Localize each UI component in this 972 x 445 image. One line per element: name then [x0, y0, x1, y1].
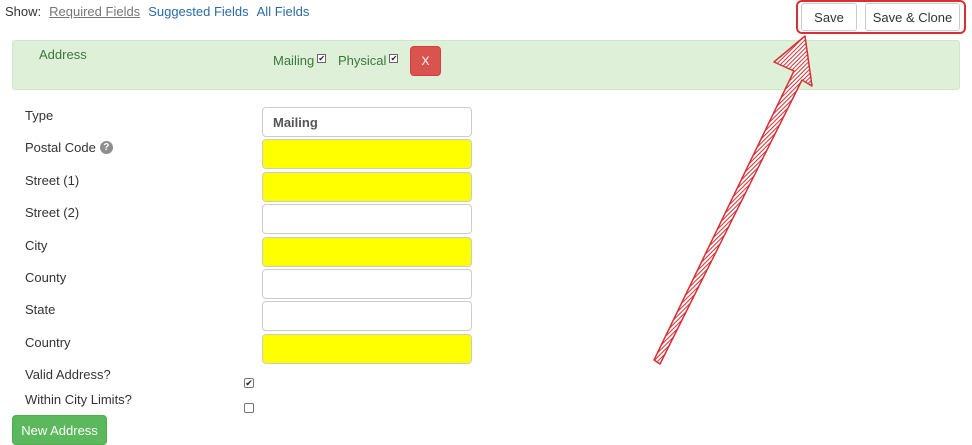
within-city-limits-label: Within City Limits?	[25, 392, 132, 407]
physical-checkbox[interactable]: ✔	[389, 54, 399, 63]
valid-address-label: Valid Address?	[25, 367, 111, 382]
new-address-button[interactable]: New Address	[12, 415, 107, 445]
required-fields-link[interactable]: Required Fields	[49, 4, 140, 19]
all-fields-link[interactable]: All Fields	[257, 4, 310, 19]
save-and-clone-button[interactable]: Save & Clone	[865, 3, 960, 31]
save-actions-highlight: Save Save & Clone	[796, 0, 966, 34]
type-label: Type	[25, 108, 54, 123]
street-1-field[interactable]	[262, 172, 472, 202]
remove-address-button[interactable]: X	[410, 46, 441, 76]
suggested-fields-link[interactable]: Suggested Fields	[148, 4, 248, 19]
show-label: Show:	[5, 3, 42, 19]
mailing-label: Mailing	[273, 53, 315, 68]
country-field[interactable]	[262, 334, 472, 364]
physical-option[interactable]: Physical ✔	[338, 53, 399, 68]
address-panel: Address Mailing ✔ Physical ✔ X	[12, 40, 960, 90]
state-field[interactable]	[262, 301, 472, 331]
postal-code-label: Postal Code	[25, 140, 96, 155]
postal-code-label-group: Postal Code ?	[25, 140, 113, 155]
country-label: Country	[25, 335, 71, 350]
county-field[interactable]	[262, 269, 472, 299]
city-label: City	[25, 238, 48, 253]
physical-label: Physical	[338, 53, 387, 68]
county-label: County	[25, 270, 67, 285]
city-field[interactable]	[262, 237, 472, 267]
street-2-label: Street (2)	[25, 205, 80, 220]
type-field[interactable]	[262, 107, 472, 137]
mailing-checkbox[interactable]: ✔	[317, 54, 327, 63]
mailing-option[interactable]: Mailing ✔	[273, 53, 327, 68]
within-city-limits-checkbox[interactable]	[244, 403, 254, 413]
save-button[interactable]: Save	[801, 3, 857, 31]
state-label: State	[25, 302, 56, 317]
street-2-field[interactable]	[262, 204, 472, 234]
field-filter-bar: Show: Required Fields Suggested Fields A…	[5, 3, 309, 19]
postal-code-field[interactable]	[262, 139, 472, 169]
street-1-label: Street (1)	[25, 173, 80, 188]
address-panel-title: Address	[39, 47, 87, 62]
help-icon[interactable]: ?	[99, 141, 113, 154]
valid-address-checkbox[interactable]: ✔	[244, 378, 254, 388]
